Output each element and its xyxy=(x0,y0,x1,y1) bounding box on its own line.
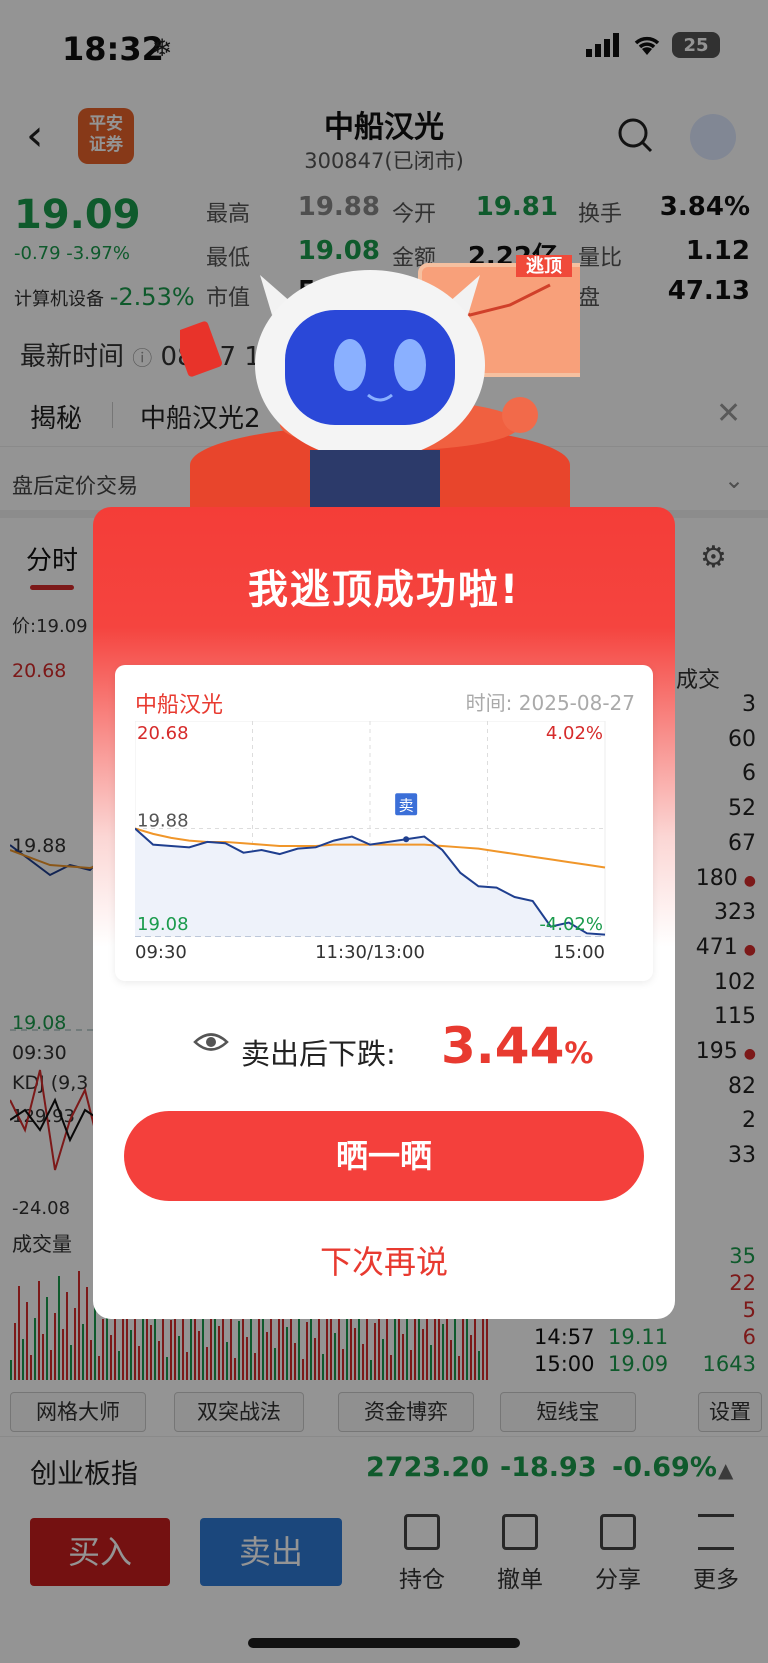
x-tick-label: 09:30 xyxy=(135,942,187,963)
sell-success-modal: 我逃顶成功啦! 中船汉光 时间: 2025-08-27 20.68 19.88 19… xyxy=(93,507,675,1319)
x-tick-label: 11:30/13:00 xyxy=(315,942,425,963)
eye-icon xyxy=(193,1033,229,1051)
y-tick-label: 19.08 xyxy=(137,914,189,935)
mascot-tag: 逃顶 xyxy=(526,255,562,277)
drop-value-number: 3.44 xyxy=(441,1017,565,1075)
card-date-label: 时间: xyxy=(465,691,513,715)
dismiss-link[interactable]: 下次再说 xyxy=(93,1237,675,1283)
intraday-chart: 20.68 19.88 19.08 4.02% -4.02% 09:30 11:30/13:… xyxy=(135,721,606,963)
x-tick-label: 15:00 xyxy=(553,942,605,963)
y-tick-label: 20.68 xyxy=(137,723,189,744)
stock-detail-page: 18:32 ❄ 25 ‹ 平安 证券 中船汉光 300847(已闭市) 19.0… xyxy=(0,0,768,1663)
y-tick-label: 19.88 xyxy=(137,811,189,832)
card-stock-name: 中船汉光 xyxy=(135,693,224,718)
drop-label: 卖出后下跌: xyxy=(241,1037,396,1071)
card-date: 时间: 2025-08-27 xyxy=(466,687,635,716)
modal-title: 我逃顶成功啦! xyxy=(247,567,521,613)
home-indicator xyxy=(248,1638,520,1648)
drop-value-unit: % xyxy=(564,1036,594,1070)
share-button[interactable]: 晒一晒 xyxy=(124,1111,644,1201)
pct-tick-label: -4.02% xyxy=(539,914,603,935)
stock-chart-card: 中船汉光 时间: 2025-08-27 20.68 19.88 19.08 4.02%… xyxy=(115,665,653,981)
sell-point xyxy=(403,836,410,843)
mascot-illustration: 逃顶 xyxy=(180,255,580,510)
sell-marker-label: 卖 xyxy=(399,796,414,814)
pct-tick-label: 4.02% xyxy=(546,723,603,744)
drop-value: 3.44% xyxy=(441,1017,593,1075)
card-date-value: 2025-08-27 xyxy=(518,691,635,715)
